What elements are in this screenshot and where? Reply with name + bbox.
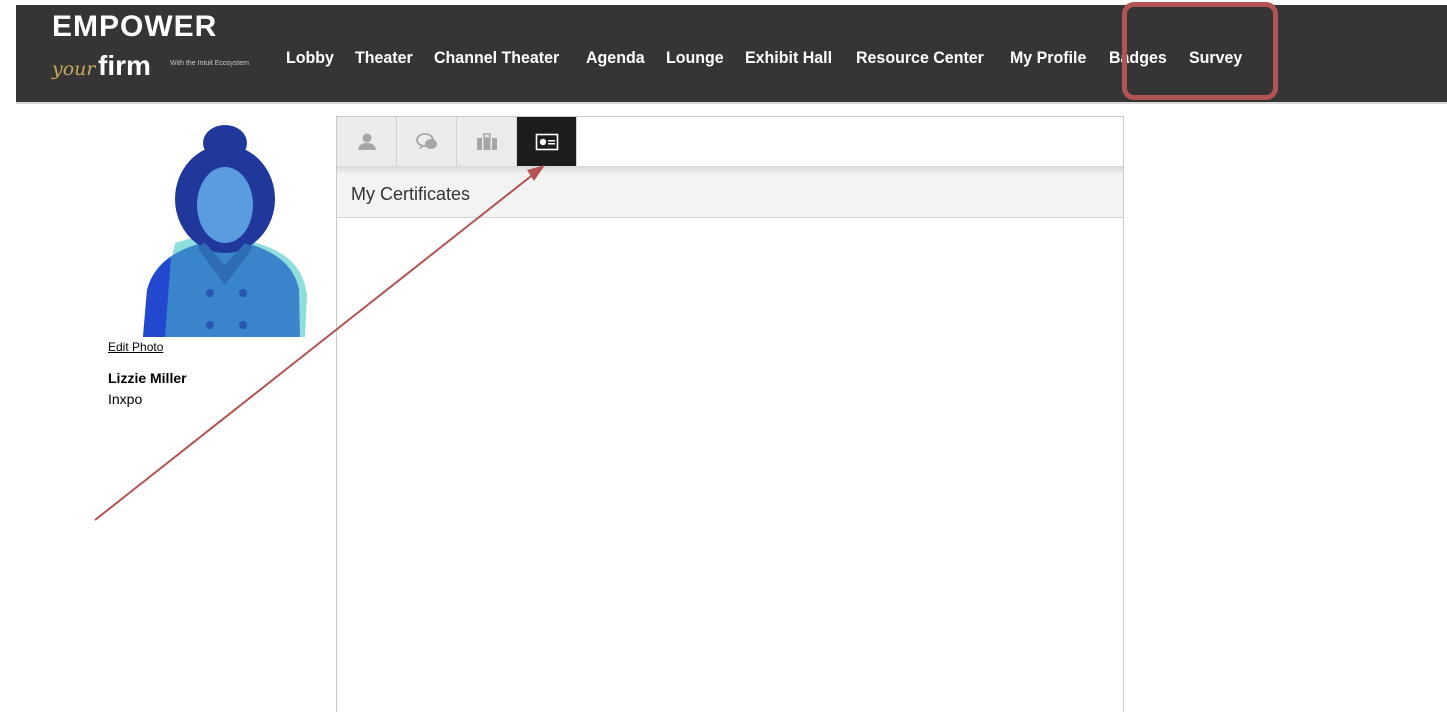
logo-empower-text: EMPOWER xyxy=(52,10,218,43)
user-company: Inxpo xyxy=(108,391,143,407)
certificate-icon xyxy=(535,133,558,150)
nav-exhibit-hall[interactable]: Exhibit Hall xyxy=(745,48,832,68)
panel-header: My Certificates xyxy=(337,166,1123,218)
profile-tabs xyxy=(337,117,577,166)
logo-firm-text: firm xyxy=(98,50,151,81)
nav-lobby[interactable]: Lobby xyxy=(286,48,334,68)
tab-briefcase[interactable] xyxy=(457,117,517,166)
user-name: Lizzie Miller xyxy=(108,370,187,386)
empower-your-firm-logo[interactable]: EMPOWER your firm With the Intuit Ecosys… xyxy=(52,10,252,100)
my-profile-highlight-box xyxy=(1122,2,1278,100)
nav-agenda[interactable]: Agenda xyxy=(586,48,645,68)
briefcase-icon xyxy=(476,132,497,150)
profile-panel: My Certificates xyxy=(336,116,1124,712)
logo-your-text: your xyxy=(52,58,96,80)
tab-chat[interactable] xyxy=(397,117,457,166)
nav-theater[interactable]: Theater xyxy=(355,48,413,68)
chat-icon xyxy=(415,132,437,150)
tab-certificates[interactable] xyxy=(517,117,577,166)
nav-resource-center[interactable]: Resource Center xyxy=(856,48,984,68)
nav-my-profile[interactable]: My Profile xyxy=(1010,48,1086,68)
panel-title: My Certificates xyxy=(351,184,471,204)
tab-profile[interactable] xyxy=(337,117,397,166)
nav-channel-theater[interactable]: Channel Theater xyxy=(434,48,559,68)
nav-lounge[interactable]: Lounge xyxy=(666,48,724,68)
edit-photo-link[interactable]: Edit Photo xyxy=(108,340,163,354)
logo-tagline: With the Intuit Ecosystem xyxy=(170,60,249,67)
main-nav: Lobby Theater Channel Theater Agenda Lou… xyxy=(286,48,1263,68)
person-icon xyxy=(357,133,376,150)
page: EMPOWER your firm With the Intuit Ecosys… xyxy=(0,0,1447,712)
avatar xyxy=(143,125,307,337)
